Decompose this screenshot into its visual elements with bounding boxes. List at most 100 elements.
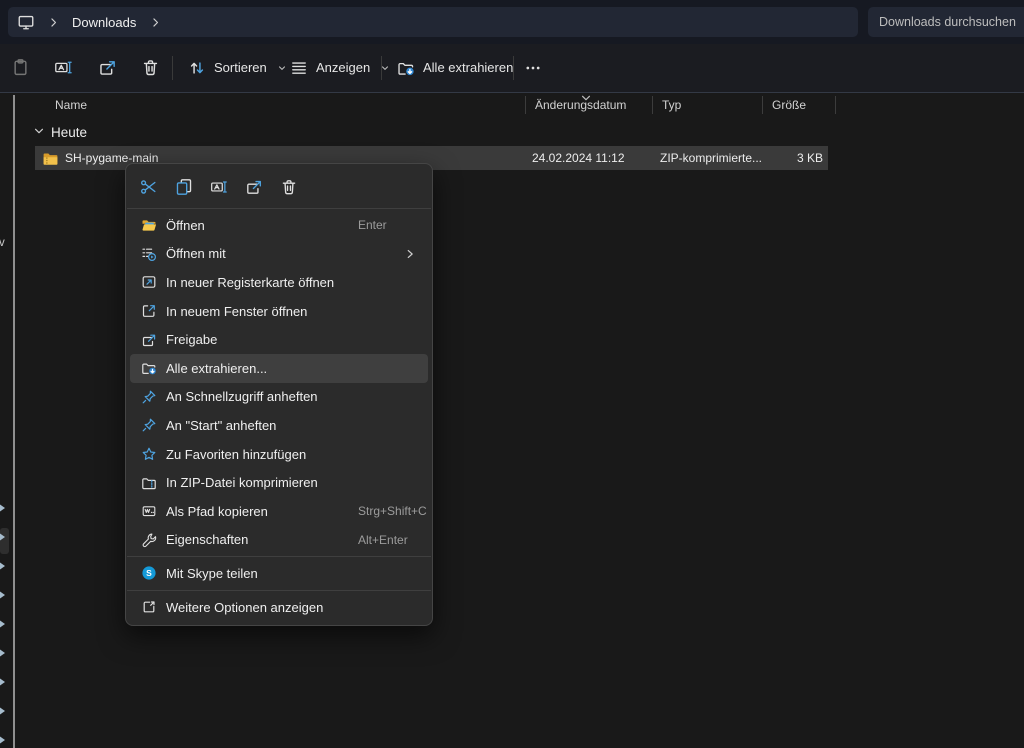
paste-button[interactable] xyxy=(3,51,37,85)
menu-separator xyxy=(127,590,431,591)
see-more-button[interactable] xyxy=(516,51,550,85)
copy-button[interactable] xyxy=(166,171,201,203)
sort-icon xyxy=(188,59,206,77)
group-label: Heute xyxy=(51,125,87,140)
properties-icon xyxy=(141,532,157,548)
context-menu: Öffnen Enter Öffnen mit In neuer Registe… xyxy=(125,163,433,626)
copy-path-icon xyxy=(141,503,157,519)
column-divider[interactable] xyxy=(525,96,526,114)
open-with-icon xyxy=(141,246,157,262)
rename-button[interactable] xyxy=(46,51,80,85)
nav-pane-partial-text: v xyxy=(0,237,5,249)
cut-icon xyxy=(140,178,158,196)
toolbar-separator xyxy=(381,56,382,80)
tree-expand-icon[interactable] xyxy=(0,675,8,687)
menu-item-open[interactable]: Öffnen Enter xyxy=(130,211,428,240)
chevron-down-icon[interactable] xyxy=(33,125,45,140)
column-divider[interactable] xyxy=(652,96,653,114)
search-placeholder: Downloads durchsuchen xyxy=(879,15,1016,29)
pin-icon xyxy=(141,417,157,433)
zip-folder-icon xyxy=(141,475,157,491)
delete-button[interactable] xyxy=(133,51,167,85)
column-header-modified[interactable]: Änderungsdatum xyxy=(535,98,626,121)
column-header-name[interactable]: Name xyxy=(55,98,87,121)
nav-pane-scrollbar[interactable] xyxy=(13,95,15,748)
submenu-chevron-icon xyxy=(404,248,416,260)
open-in-tab-icon xyxy=(141,274,157,290)
shortcut-label: Alt+Enter xyxy=(358,533,408,547)
delete-icon xyxy=(141,58,160,77)
menu-item-compress-to-zip[interactable]: In ZIP-Datei komprimieren xyxy=(130,468,428,497)
zip-folder-file-icon xyxy=(42,150,59,167)
delete-icon xyxy=(280,178,298,196)
title-bar: Downloads Downloads durchsuchen xyxy=(0,0,1024,44)
tree-expand-icon[interactable] xyxy=(0,530,8,542)
menu-item-pin-to-quick-access[interactable]: An Schnellzugriff anheften xyxy=(130,383,428,412)
group-header-today[interactable]: Heute xyxy=(33,122,87,142)
delete-button[interactable] xyxy=(271,171,306,203)
sort-button[interactable]: Sortieren xyxy=(182,51,293,85)
context-menu-icon-bar xyxy=(126,168,432,206)
tree-expand-icon[interactable] xyxy=(0,559,8,571)
share-icon xyxy=(98,58,117,77)
tree-expand-icon[interactable] xyxy=(0,704,8,716)
this-pc-icon[interactable] xyxy=(17,13,35,31)
menu-item-copy-as-path[interactable]: Als Pfad kopieren Strg+Shift+C xyxy=(130,497,428,526)
rename-button[interactable] xyxy=(201,171,236,203)
toolbar-separator xyxy=(172,56,173,80)
skype-icon: S xyxy=(141,565,157,581)
menu-item-share-with-skype[interactable]: S Mit Skype teilen xyxy=(130,559,428,588)
breadcrumb-chevron-icon xyxy=(48,17,59,28)
tree-expand-icon[interactable] xyxy=(0,501,8,513)
share-icon xyxy=(141,332,157,348)
extract-icon xyxy=(397,59,415,77)
toolbar-separator xyxy=(513,56,514,80)
file-size: 3 KB xyxy=(735,151,823,165)
menu-item-share[interactable]: Freigabe xyxy=(130,325,428,354)
breadcrumb-chevron-icon[interactable] xyxy=(150,17,161,28)
tree-expand-icon[interactable] xyxy=(0,733,8,745)
column-divider[interactable] xyxy=(835,96,836,114)
command-toolbar: Sortieren Anzeigen Alle extrahieren xyxy=(0,44,1024,93)
menu-item-open-in-new-window[interactable]: In neuem Fenster öffnen xyxy=(130,297,428,326)
folder-open-icon xyxy=(141,217,157,233)
shortcut-label: Strg+Shift+C xyxy=(358,504,427,518)
address-bar[interactable]: Downloads xyxy=(8,7,858,37)
menu-item-show-more-options[interactable]: Weitere Optionen anzeigen xyxy=(130,593,428,622)
rename-icon xyxy=(210,178,228,196)
share-button[interactable] xyxy=(236,171,271,203)
tree-expand-icon[interactable] xyxy=(0,617,8,629)
column-header-size[interactable]: Größe xyxy=(772,98,806,121)
file-explorer-window: Downloads Downloads durchsuchen xyxy=(0,0,1024,748)
tree-expand-icon[interactable] xyxy=(0,646,8,658)
copy-icon xyxy=(175,178,193,196)
menu-item-open-with[interactable]: Öffnen mit xyxy=(130,240,428,269)
ellipsis-icon xyxy=(524,59,542,77)
menu-item-pin-to-start[interactable]: An "Start" anheften xyxy=(130,411,428,440)
paste-icon xyxy=(11,58,30,77)
share-button[interactable] xyxy=(90,51,124,85)
rename-icon xyxy=(54,58,73,77)
view-button[interactable]: Anzeigen xyxy=(284,51,396,85)
menu-item-open-in-new-tab[interactable]: In neuer Registerkarte öffnen xyxy=(130,268,428,297)
menu-item-extract-all[interactable]: Alle extrahieren... xyxy=(130,354,428,383)
extract-icon xyxy=(141,360,157,376)
share-icon xyxy=(245,178,263,196)
svg-text:S: S xyxy=(146,568,152,578)
extract-all-label: Alle extrahieren xyxy=(423,60,513,75)
extract-all-button[interactable]: Alle extrahieren xyxy=(391,51,519,85)
shortcut-label: Enter xyxy=(358,218,387,232)
search-input[interactable]: Downloads durchsuchen xyxy=(868,7,1024,37)
cut-button[interactable] xyxy=(131,171,166,203)
view-icon xyxy=(290,59,308,77)
breadcrumb-location[interactable]: Downloads xyxy=(72,15,136,30)
view-label: Anzeigen xyxy=(316,60,370,75)
column-divider[interactable] xyxy=(762,96,763,114)
file-modified: 24.02.2024 11:12 xyxy=(532,151,625,165)
tree-expand-icon[interactable] xyxy=(0,588,8,600)
menu-separator xyxy=(127,208,431,209)
column-header-type[interactable]: Typ xyxy=(662,98,681,121)
menu-item-add-to-favorites[interactable]: Zu Favoriten hinzufügen xyxy=(130,440,428,469)
open-in-window-icon xyxy=(141,303,157,319)
menu-item-properties[interactable]: Eigenschaften Alt+Enter xyxy=(130,526,428,555)
